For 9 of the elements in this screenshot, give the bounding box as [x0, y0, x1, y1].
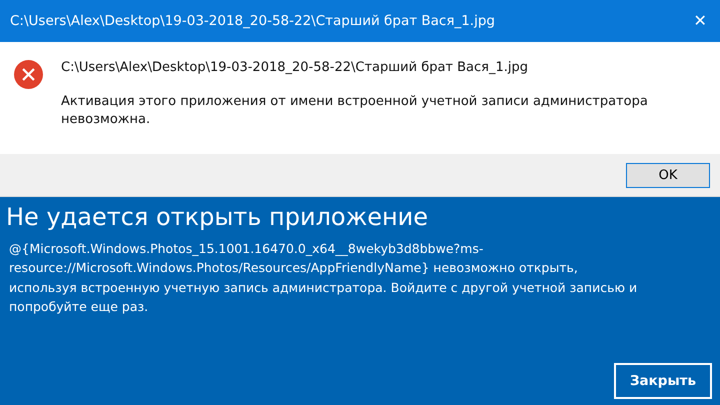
window-title: C:\Users\Alex\Desktop\19-03-2018_20-58-22\Старший брат Вася_1.jpg	[10, 13, 495, 29]
error-message: Активация этого приложения от имени встроенной учетной записи администратора невозможна.	[61, 93, 649, 130]
file-path: C:\Users\Alex\Desktop\19-03-2018_20-58-22\Старший брат Вася_1.jpg	[61, 60, 530, 75]
close-button[interactable]: ✕	[680, 0, 720, 42]
error-heading: Не удается открыть приложение	[6, 203, 430, 231]
ok-button[interactable]: OK	[626, 162, 710, 188]
error-icon	[14, 60, 43, 89]
close-app-button[interactable]: Закрыть	[614, 363, 712, 399]
error-description: @{Microsoft.Windows.Photos_15.1001.16470.0_x64__8wekyb3d8bbwe?ms-resource://Microsoft.Windows.Photos/Resources/AppFriendlyName} невозможно открыть, используя встроенную учетную запись администратора. Войдите с другой учетной записью и попробуйте еще раз.	[9, 240, 638, 316]
